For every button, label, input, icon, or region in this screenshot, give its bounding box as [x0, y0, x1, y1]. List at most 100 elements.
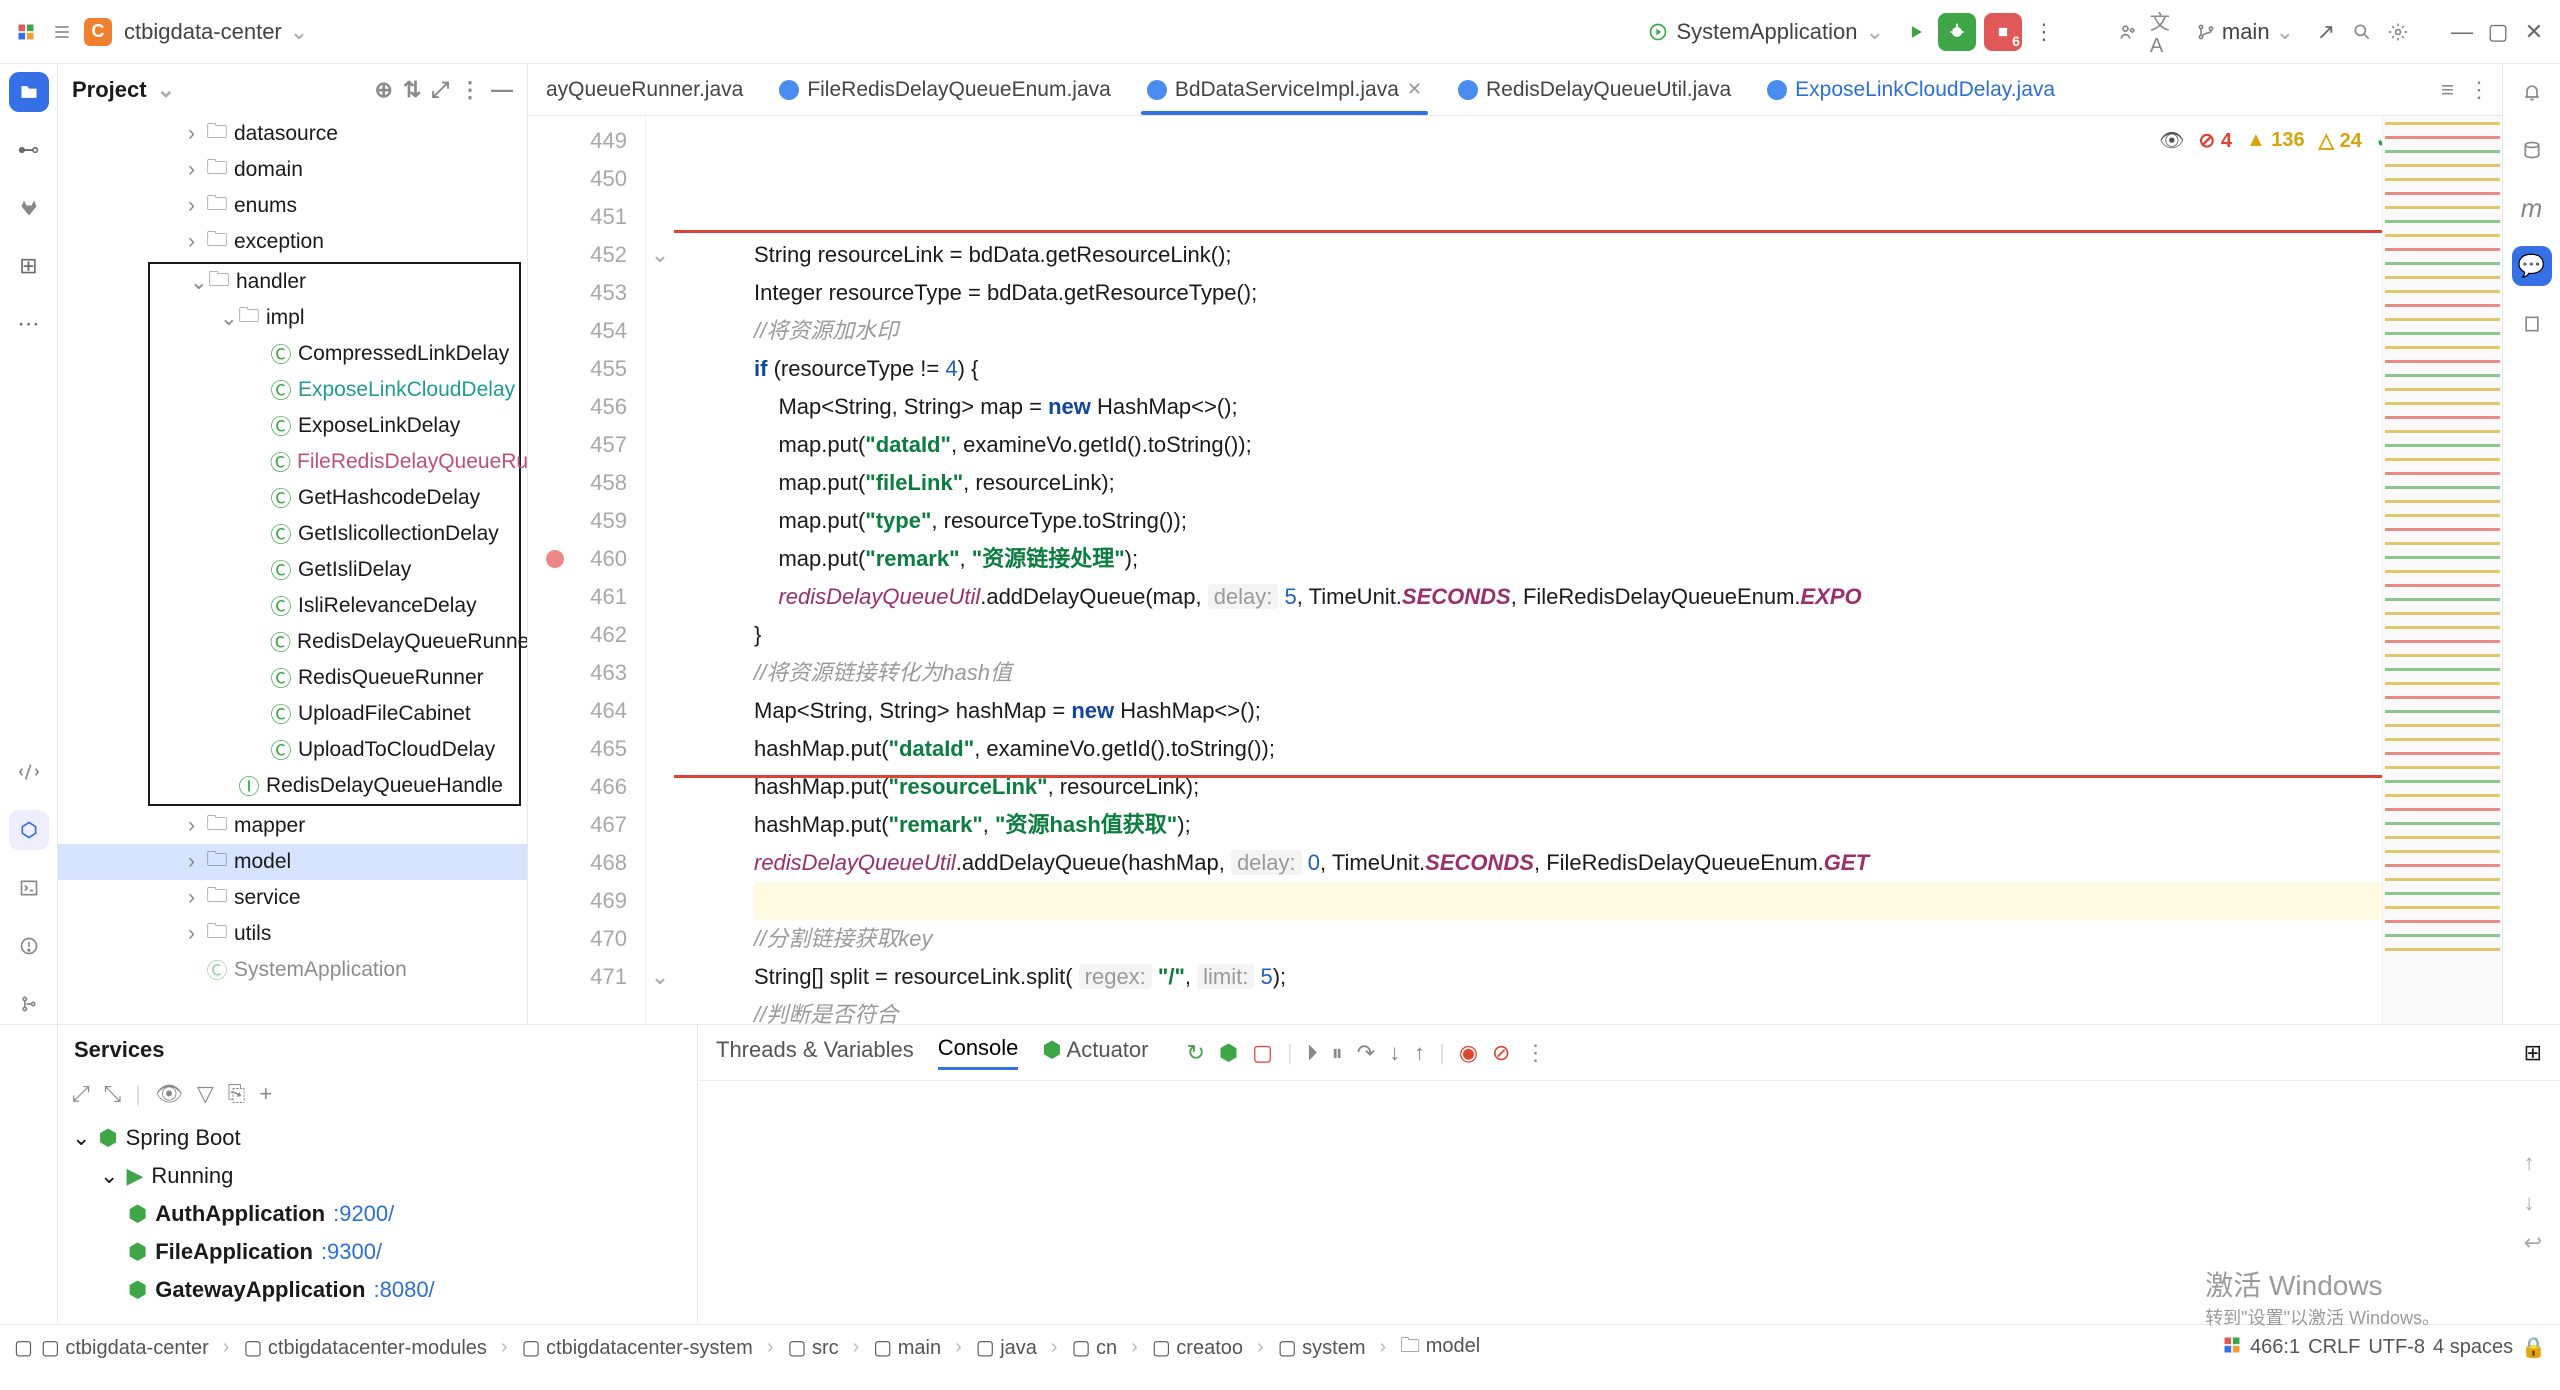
debug-more-icon[interactable]: ⋮ — [1524, 1040, 1546, 1066]
step-out-icon[interactable]: ↑ — [1414, 1040, 1425, 1066]
update-project-icon[interactable]: ↗ — [2312, 18, 2340, 46]
scroll-up-icon[interactable]: ↑ — [2524, 1150, 2542, 1176]
maximize-icon[interactable]: ▢ — [2484, 18, 2512, 46]
tree-class[interactable]: ⒸCompressedLinkDelay — [150, 336, 519, 372]
pause-icon[interactable]: ⏸ — [1332, 1040, 1343, 1066]
step-into-icon[interactable]: ↓ — [1389, 1040, 1400, 1066]
hide-panel-icon[interactable]: — — [491, 77, 513, 103]
debug-button[interactable] — [1938, 13, 1976, 51]
tab-active[interactable]: BdDataServiceImpl.java✕ — [1129, 64, 1440, 115]
tab[interactable]: ayQueueRunner.java — [528, 64, 761, 115]
close-icon[interactable]: ✕ — [2520, 18, 2548, 46]
indent-setting[interactable]: 4 spaces — [2433, 1336, 2513, 1359]
tree-class[interactable]: ⒸUploadToCloudDelay — [150, 732, 519, 768]
maven-tool-button[interactable]: m — [2512, 188, 2552, 228]
tree-folder[interactable]: ›🗀domain — [58, 152, 527, 188]
terminal-tool-button[interactable] — [9, 868, 49, 908]
more-tool-button[interactable]: ⋯ — [9, 304, 49, 344]
tab-close-icon[interactable]: ✕ — [1407, 79, 1422, 100]
tree-folder-model[interactable]: ›🗀model — [58, 844, 527, 880]
stop-button[interactable]: 6 — [1984, 13, 2022, 51]
translate-icon[interactable]: 文A — [2150, 18, 2178, 46]
minimap[interactable] — [2382, 116, 2502, 1024]
file-encoding[interactable]: UTF-8 — [2368, 1336, 2425, 1359]
threads-tab[interactable]: Threads & Variables — [716, 1037, 914, 1069]
filter-icon[interactable]: ▽ — [197, 1081, 214, 1107]
tree-folder[interactable]: ›🗀utils — [58, 916, 527, 952]
run-config-selector[interactable]: SystemApplication ⌄ — [1638, 15, 1893, 49]
select-opened-icon[interactable]: ⊕ — [375, 77, 393, 103]
collapse-icon[interactable]: ⤡ — [104, 1081, 122, 1107]
more-actions-icon[interactable]: ⋮ — [2030, 18, 2058, 46]
panel-options-icon[interactable]: ⋮ — [459, 77, 481, 103]
tab[interactable]: ExposeLinkCloudDelay.java — [1749, 64, 2073, 115]
readonly-icon[interactable]: 🔒 — [2521, 1335, 2546, 1360]
layout-icon[interactable]: ⊞ — [2524, 1040, 2542, 1066]
project-name[interactable]: ctbigdata-center — [124, 19, 282, 45]
problems-tool-button[interactable] — [9, 926, 49, 966]
tree-folder[interactable]: ›🗀enums — [58, 188, 527, 224]
settings-icon[interactable] — [2384, 18, 2412, 46]
tab[interactable]: RedisDelayQueueUtil.java — [1440, 64, 1749, 115]
service-app[interactable]: ⬢FileApplication :9300/ — [72, 1233, 683, 1271]
vcs-tool-button[interactable] — [9, 984, 49, 1024]
tree-class[interactable]: ⒸGetHashcodeDelay — [150, 480, 519, 516]
caret-position[interactable]: 466:1 — [2250, 1336, 2300, 1359]
editor-body[interactable]: 👁 ⊘ 4 ▲ 136 △ 24 ✓ 59 ㄑ ﹀ 44945045145245… — [528, 116, 2502, 1024]
tree-folder[interactable]: ›🗀datasource — [58, 116, 527, 152]
structure-tool-button[interactable]: ⊷ — [9, 130, 49, 170]
search-icon[interactable] — [2348, 18, 2376, 46]
tool-windows-icon[interactable]: ▢ — [14, 1335, 33, 1360]
tab[interactable]: FileRedisDelayQueueEnum.java — [761, 64, 1129, 115]
tree-class[interactable]: ⒾRedisDelayQueueHandle — [150, 768, 519, 804]
minimize-icon[interactable]: — — [2448, 18, 2476, 46]
tab-more-icon[interactable]: ⋮ — [2468, 77, 2490, 103]
add-service-icon[interactable]: + — [259, 1081, 272, 1107]
services-tool-button[interactable] — [9, 810, 49, 850]
service-app[interactable]: ⬢AuthApplication :9200/ — [72, 1195, 683, 1233]
code-area[interactable]: String resourceLink = bdData.getResource… — [674, 116, 2382, 1024]
run-button[interactable] — [1902, 18, 1930, 46]
tab-list-icon[interactable]: ≡ — [2441, 77, 2454, 103]
rerun-debug-icon[interactable]: ⬢ — [1219, 1040, 1238, 1066]
tree-class[interactable]: ⒸUploadFileCabinet — [150, 696, 519, 732]
tree-class[interactable]: ⒸRedisQueueRunner — [150, 660, 519, 696]
code-with-me-icon[interactable] — [2114, 18, 2142, 46]
actuator-tab[interactable]: ⬢ Actuator — [1042, 1037, 1148, 1069]
vcs-branch[interactable]: main ⌄ — [2186, 15, 2304, 49]
gutter[interactable]: 4494504514524534544554564574584594604614… — [528, 116, 646, 1024]
project-tool-button[interactable] — [9, 72, 49, 112]
step-over-icon[interactable]: ↷ — [1357, 1040, 1375, 1066]
gitlab-tool-button[interactable] — [9, 188, 49, 228]
tree-class[interactable]: ⒸGetIsliDelay — [150, 552, 519, 588]
resume-icon[interactable]: ⏵ — [1307, 1040, 1318, 1066]
tree-class[interactable]: ⒸGetIslicollectionDelay — [150, 516, 519, 552]
services-tree[interactable]: ⌄⬢Spring Boot ⌄▶Running ⬢AuthApplication… — [58, 1113, 697, 1315]
breadcrumbs[interactable]: ▢ ctbigdata-center▢ ctbigdatacenter-modu… — [41, 1331, 1480, 1365]
tree-folder[interactable]: ›🗀service — [58, 880, 527, 916]
expand-icon[interactable]: ⤢ — [72, 1081, 90, 1107]
view-breakpoints-icon[interactable]: ◉ — [1459, 1040, 1478, 1066]
mute-breakpoints-icon[interactable]: ⊘ — [1492, 1040, 1510, 1066]
line-separator[interactable]: CRLF — [2308, 1336, 2360, 1359]
collapse-all-icon[interactable]: ⤢ — [431, 77, 449, 103]
build-tool-button[interactable] — [9, 752, 49, 792]
service-app[interactable]: ⬢GatewayApplication :8080/ — [72, 1271, 683, 1309]
tree-folder[interactable]: ›🗀mapper — [58, 808, 527, 844]
database-tool-button[interactable] — [2512, 130, 2552, 170]
group-icon[interactable]: ⎘ — [228, 1081, 246, 1107]
tree-folder[interactable]: ›🗀exception — [58, 224, 527, 260]
expand-all-icon[interactable]: ⇅ — [403, 77, 421, 103]
show-icon[interactable]: 👁 — [155, 1081, 183, 1107]
console-tab[interactable]: Console — [938, 1035, 1019, 1070]
project-tree[interactable]: ›🗀datasource ›🗀domain ›🗀enums ›🗀exceptio… — [58, 116, 527, 1024]
tree-class[interactable]: ⒸIsliRelevanceDelay — [150, 588, 519, 624]
bookmarks-tool-button[interactable] — [2512, 304, 2552, 344]
main-menu-icon[interactable] — [48, 18, 76, 46]
tree-class[interactable]: ⒸExposeLinkCloudDelay — [150, 372, 519, 408]
tree-class[interactable]: ⒸExposeLinkDelay — [150, 408, 519, 444]
fold-column[interactable]: ⌄⌄ — [646, 116, 674, 1024]
scroll-down-icon[interactable]: ↓ — [2524, 1190, 2542, 1216]
tree-class[interactable]: ⒸFileRedisDelayQueueRunner — [150, 444, 519, 480]
tree-class[interactable]: ⒸSystemApplication — [58, 952, 527, 988]
